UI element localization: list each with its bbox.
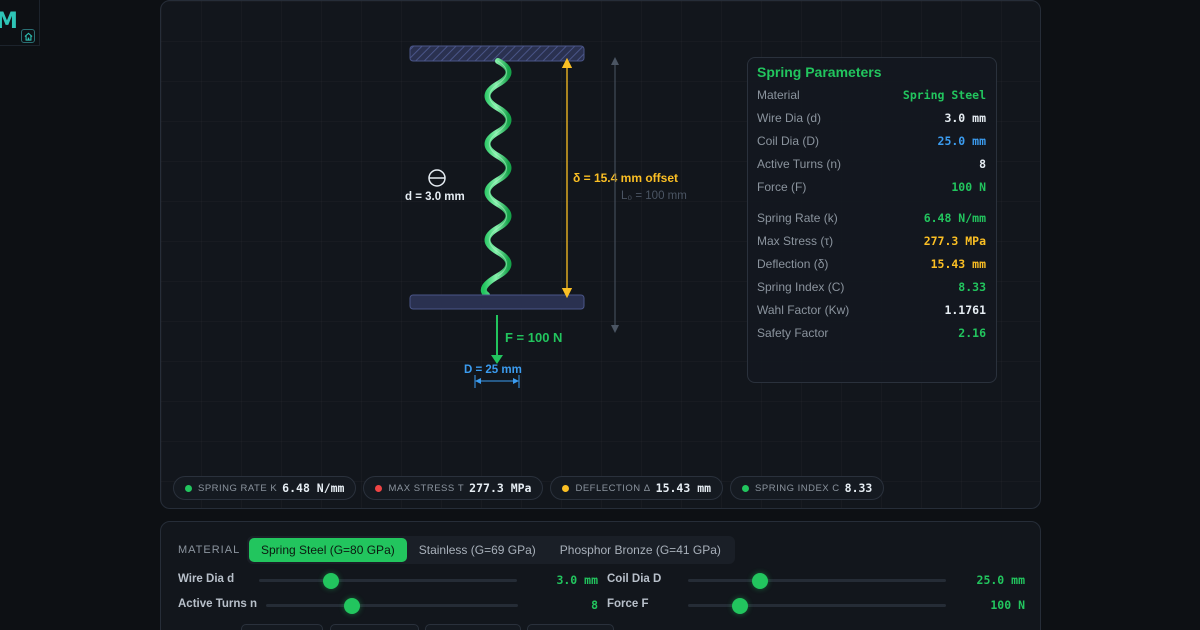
param-row-material: Material Spring Steel	[757, 87, 986, 102]
active-turns-label: Active Turns n	[178, 598, 258, 610]
spring-parameters-panel: Spring Parameters Material Spring Steel W…	[747, 57, 997, 383]
param-row-max-stress: Max Stress (τ) 277.3 MPa	[757, 233, 986, 248]
coil-dia-slider[interactable]	[752, 573, 769, 589]
chip-spring-rate: SPRING RATE K 6.48 N/mm	[173, 476, 357, 500]
free-length-label: L₀ = 100 mm	[621, 190, 687, 202]
wire-dia-value: 3.0 mm	[556, 573, 598, 587]
bottom-plate	[409, 294, 585, 310]
param-row-wahl-factor: Wahl Factor (Kw) 1.1761	[757, 302, 986, 317]
param-row-coil-dia: Coil Dia (D) 25.0 mm	[757, 133, 986, 148]
params-title: Spring Parameters	[757, 64, 882, 80]
coil-dia-slider-row: Coil Dia D 25.0 mm	[607, 570, 1025, 590]
spring-coil	[480, 58, 512, 298]
param-row-spring-index: Spring Index (C) 8.33	[757, 279, 986, 294]
param-row-deflection: Deflection (δ) 15.43 mm	[757, 256, 986, 271]
home-button[interactable]	[21, 29, 35, 43]
wire-dia-label: Wire Dia d	[178, 573, 235, 585]
force-track[interactable]	[688, 604, 946, 607]
logo-letter: M	[0, 9, 18, 34]
coil-dia-label: Coil Dia D	[607, 573, 662, 585]
material-label: MATERIAL	[178, 544, 241, 556]
deflection-label: δ = 15.4 mm offset	[573, 171, 678, 185]
controls-panel: MATERIAL Spring Steel (G=80 GPa) Stainle…	[160, 521, 1041, 630]
wire-dia-track[interactable]	[259, 579, 517, 582]
preset-button[interactable]	[527, 624, 614, 630]
wire-dia-slider[interactable]	[323, 573, 340, 589]
param-row-active-turns: Active Turns (n) 8	[757, 156, 986, 171]
preset-button[interactable]	[425, 624, 521, 630]
coil-dia-value: 25.0 mm	[976, 573, 1025, 587]
app-logo: M	[0, 0, 40, 46]
param-row-force: Force (F) 100 N	[757, 179, 986, 194]
active-turns-slider[interactable]	[343, 598, 360, 614]
spring-visualization-panel: δ = 15.4 mm offset L₀ = 100 mm d = 3.0 m…	[160, 0, 1041, 509]
force-label: F = 100 N	[505, 330, 562, 345]
force-label: Force F	[607, 598, 649, 610]
param-row-safety-factor: Safety Factor 2.16	[757, 325, 986, 340]
force-value: 100 N	[990, 598, 1025, 612]
chip-spring-index: SPRING INDEX C 8.33	[730, 476, 885, 500]
status-dot	[742, 484, 750, 492]
wire-dia-label: d = 3.0 mm	[405, 191, 465, 203]
active-turns-slider-row: Active Turns n 8	[178, 595, 598, 615]
param-row-spring-rate: Spring Rate (k) 6.48 N/mm	[757, 210, 986, 225]
force-slider[interactable]	[731, 598, 748, 614]
summary-chips: SPRING RATE K 6.48 N/mm MAX STRESS Τ 277…	[173, 476, 885, 500]
chip-deflection: DEFLECTION Δ 15.43 mm	[550, 476, 724, 500]
material-selector: Spring Steel (G=80 GPa) Stainless (G=69 …	[247, 536, 735, 564]
coil-dia-label: D = 25 mm	[464, 364, 522, 376]
active-turns-value: 8	[591, 598, 598, 612]
param-row-wire-dia: Wire Dia (d) 3.0 mm	[757, 110, 986, 125]
active-turns-track[interactable]	[266, 604, 518, 607]
coil-dia-track[interactable]	[688, 579, 946, 582]
status-dot	[562, 484, 570, 492]
preset-button[interactable]	[330, 624, 419, 630]
status-dot	[185, 484, 192, 492]
material-stainless-button[interactable]: Stainless (G=69 GPa)	[407, 538, 548, 562]
material-spring-steel-button[interactable]: Spring Steel (G=80 GPa)	[249, 538, 407, 562]
material-phosphor-bronze-button[interactable]: Phosphor Bronze (G=41 GPa)	[548, 538, 733, 562]
preset-button[interactable]	[241, 624, 323, 630]
chip-max-stress: MAX STRESS Τ 277.3 MPa	[363, 476, 544, 500]
status-dot	[375, 484, 383, 492]
wire-dia-slider-row: Wire Dia d 3.0 mm	[178, 570, 598, 590]
force-slider-row: Force F 100 N	[607, 595, 1025, 615]
home-icon	[24, 32, 32, 41]
